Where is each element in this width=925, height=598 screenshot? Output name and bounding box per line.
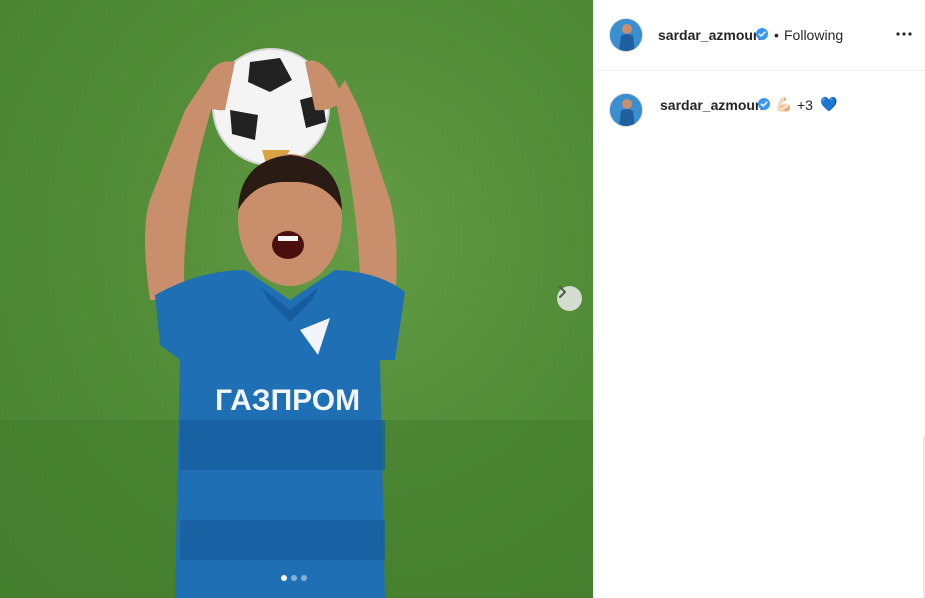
- caption-text: +3: [797, 97, 813, 113]
- avatar[interactable]: [610, 19, 642, 51]
- carousel-indicator: [281, 575, 307, 581]
- verified-badge-icon: [756, 28, 768, 40]
- header-username[interactable]: sardar_azmoun: [658, 27, 761, 43]
- blue-heart-emoji: 💙: [820, 96, 838, 112]
- post-photo[interactable]: ГАЗПРОМ: [0, 0, 593, 598]
- photo-illustration: ГАЗПРОМ: [0, 0, 593, 598]
- post-side-panel: sardar_azmoun • Following sardar_azmoun …: [594, 0, 925, 598]
- following-button[interactable]: Following: [784, 27, 843, 43]
- carousel-dot: [291, 575, 297, 581]
- avatar-image: [610, 19, 642, 51]
- avatar-image: [610, 94, 642, 126]
- chevron-right-icon: [559, 286, 566, 298]
- verified-badge-icon: [758, 98, 770, 110]
- flexed-biceps-emoji: 💪🏻: [775, 96, 793, 112]
- carousel-dot: [301, 575, 307, 581]
- caption-username[interactable]: sardar_azmoun: [660, 97, 763, 113]
- more-options-icon[interactable]: [895, 27, 913, 41]
- carousel-next-button[interactable]: [557, 286, 582, 311]
- follow-separator: •: [774, 27, 779, 43]
- shirt-sponsor-text: ГАЗПРОМ: [215, 384, 360, 417]
- post-header: sardar_azmoun • Following: [594, 0, 925, 71]
- carousel-dot: [281, 575, 287, 581]
- caption-avatar[interactable]: [610, 94, 642, 126]
